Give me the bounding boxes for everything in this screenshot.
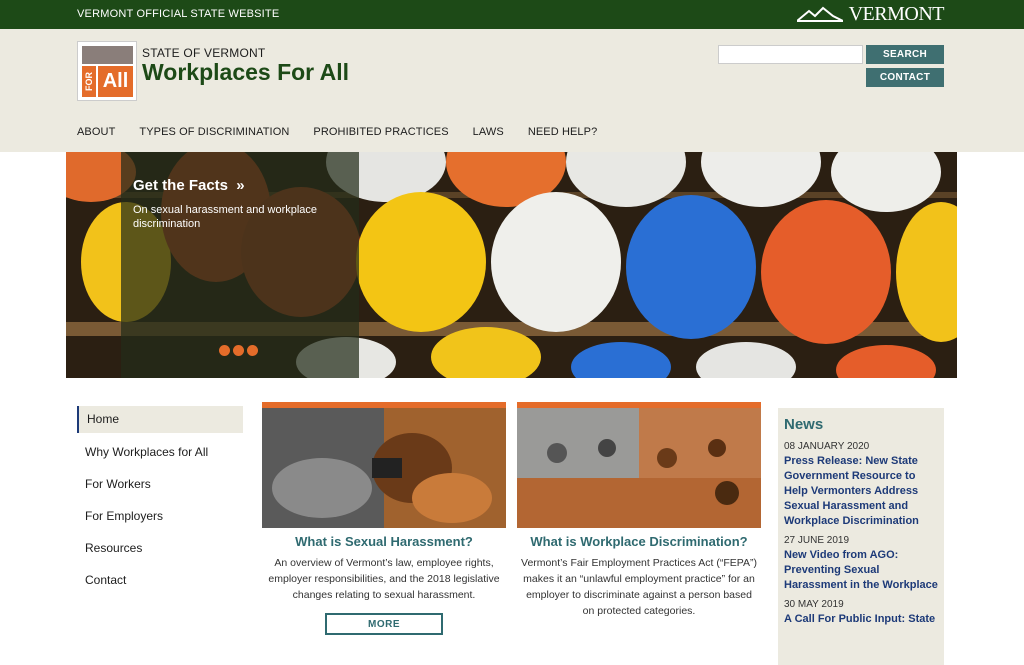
site-header: FOR All STATE OF VERMONT Workplaces For … (0, 29, 1024, 152)
hero-carousel[interactable]: Get the Facts » On sexual harassment and… (66, 152, 957, 378)
news-headline-link[interactable]: A Call For Public Input: State (784, 612, 938, 627)
logo-for-text: FOR (82, 66, 96, 97)
sidebar-item-contact[interactable]: Contact (77, 566, 243, 598)
news-heading: News (784, 416, 824, 433)
nav-prohibited-practices[interactable]: PROHIBITED PRACTICES (313, 126, 448, 138)
nav-laws[interactable]: LAWS (473, 126, 504, 138)
sidebar-item-for-workers[interactable]: For Workers (77, 470, 243, 502)
vermont-brand-link[interactable]: VERMONT (796, 2, 945, 25)
more-button[interactable]: MORE (325, 613, 443, 635)
card-title[interactable]: What is Workplace Discrimination? (517, 534, 761, 549)
card-text: An overview of Vermont’s law, employee r… (268, 557, 500, 601)
main-nav: ABOUT TYPES OF DISCRIMINATION PROHIBITED… (77, 126, 621, 138)
carousel-dot-2[interactable] (233, 345, 244, 356)
sidebar-nav: Home Why Workplaces for All For Workers … (77, 406, 243, 598)
sidebar-item-why-workplaces-for-all[interactable]: Why Workplaces for All (77, 438, 243, 470)
state-label: STATE OF VERMONT (142, 46, 266, 60)
firefighter-photo (262, 408, 506, 528)
contact-button[interactable]: CONTACT (866, 68, 944, 87)
nav-about[interactable]: ABOUT (77, 126, 115, 138)
news-panel: News 08 JANUARY 2020 Press Release: New … (778, 408, 944, 665)
logo-all-text: All (98, 66, 133, 97)
card-text: Vermont’s Fair Employment Practices Act … (521, 557, 757, 617)
hero-title-link[interactable]: Get the Facts » (133, 177, 245, 194)
hero-description: On sexual harassment and workplace discr… (133, 204, 318, 230)
sidebar-item-home[interactable]: Home (77, 406, 243, 433)
mountain-icon (796, 6, 843, 22)
news-headline-link[interactable]: Press Release: New State Government Reso… (784, 454, 938, 529)
chevron-right-icon: » (236, 177, 245, 194)
news-headline-link[interactable]: New Video from AGO: Preventing Sexual Ha… (784, 548, 938, 593)
sidebar-item-resources[interactable]: Resources (77, 534, 243, 566)
card-title[interactable]: What is Sexual Harassment? (262, 534, 506, 549)
news-date: 30 MAY 2019 (784, 599, 844, 610)
logo-bar (82, 46, 133, 64)
vermont-wordmark: VERMONT (848, 2, 945, 25)
nav-types-of-discrimination[interactable]: TYPES OF DISCRIMINATION (139, 126, 289, 138)
nav-need-help[interactable]: NEED HELP? (528, 126, 597, 138)
workplaces-for-all-logo[interactable]: FOR All (77, 41, 137, 101)
meeting-photo (517, 408, 761, 528)
official-site-label: VERMONT OFFICIAL STATE WEBSITE (77, 8, 280, 20)
search-input[interactable] (718, 45, 863, 64)
card-image-meeting (517, 402, 761, 528)
card-workplace-discrimination: What is Workplace Discrimination? Vermon… (517, 402, 761, 619)
sidebar-item-for-employers[interactable]: For Employers (77, 502, 243, 534)
search-button[interactable]: SEARCH (866, 45, 944, 64)
card-sexual-harassment: What is Sexual Harassment? An overview o… (262, 402, 506, 635)
top-bar: VERMONT OFFICIAL STATE WEBSITE VERMONT (0, 0, 1024, 29)
carousel-dot-1[interactable] (219, 345, 230, 356)
hero-title: Get the Facts (133, 177, 229, 194)
news-date: 27 JUNE 2019 (784, 535, 850, 546)
card-image-firefighter (262, 402, 506, 528)
news-date: 08 JANUARY 2020 (784, 441, 870, 452)
carousel-dot-3[interactable] (247, 345, 258, 356)
site-title[interactable]: Workplaces For All (142, 59, 349, 86)
carousel-dots (219, 345, 258, 356)
